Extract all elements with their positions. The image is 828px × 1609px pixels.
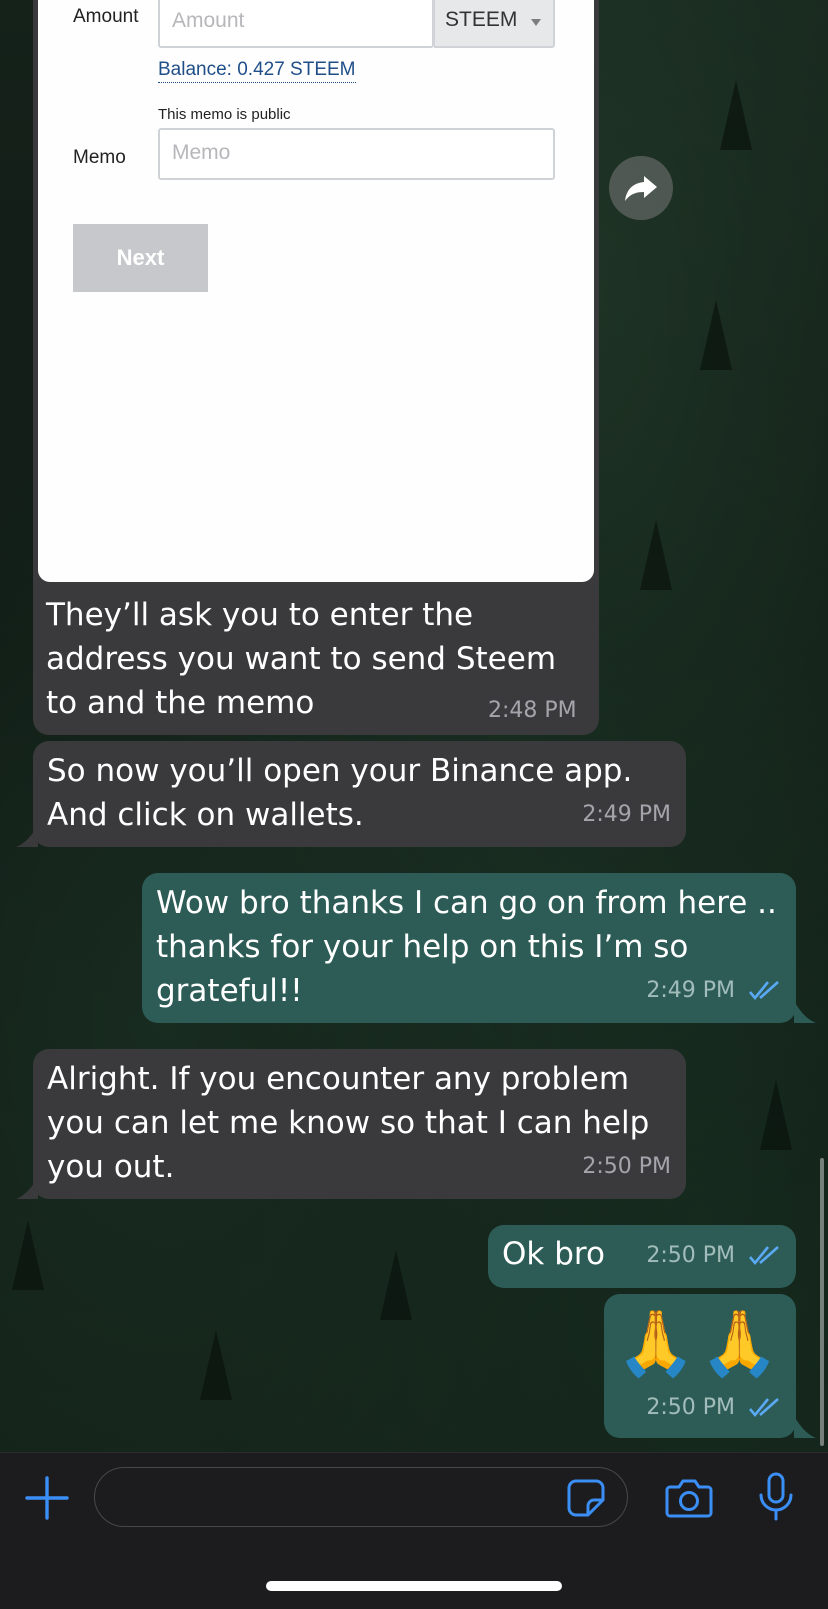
message-timestamp: 2:49 PM	[582, 802, 671, 827]
wallpaper-tree	[200, 1330, 232, 1400]
message-text: So now you’ll open your Binance app. And…	[47, 753, 633, 833]
currency-value: STEEM	[445, 8, 518, 31]
outgoing-message-bubble[interactable]: Ok bro 2:50 PM	[488, 1225, 796, 1288]
wallpaper-tree	[700, 300, 732, 370]
chat-scrollbar[interactable]	[820, 1158, 824, 1446]
balance-link: Balance: 0.427 STEEM	[158, 58, 356, 83]
wallpaper-tree	[12, 1220, 44, 1290]
bubble-tail	[794, 1416, 816, 1438]
plus-icon[interactable]	[25, 1476, 69, 1520]
transfer-form-screenshot[interactable]: Amount Amount STEEM Balance: 0.427 STEEM…	[38, 0, 594, 582]
memo-public-note: This memo is public	[158, 106, 291, 123]
chevron-down-icon	[531, 19, 541, 26]
wallpaper-tree	[720, 80, 752, 150]
forward-button[interactable]	[609, 156, 673, 220]
message-text: Alright. If you encounter any problem yo…	[47, 1061, 650, 1185]
memo-field: Memo	[158, 128, 555, 180]
message-timestamp: 2:48 PM	[488, 698, 577, 723]
amount-field: Amount	[158, 0, 434, 48]
double-check-read-icon	[749, 1246, 779, 1266]
wallpaper-tree	[380, 1250, 412, 1320]
double-check-read-icon	[749, 981, 779, 1001]
bubble-tail	[794, 1001, 816, 1023]
message-timestamp: 2:50 PM	[582, 1154, 671, 1179]
wallpaper-tree	[640, 520, 672, 590]
emoji-message-text: 🙏🙏	[616, 1307, 784, 1381]
memo-label: Memo	[73, 147, 126, 168]
message-status: 2:49 PM	[646, 969, 782, 1013]
outgoing-message-bubble[interactable]: 🙏🙏 2:50 PM	[604, 1294, 796, 1438]
forward-arrow-icon	[625, 176, 657, 201]
image-message-bubble[interactable]: Amount Amount STEEM Balance: 0.427 STEEM…	[33, 0, 599, 735]
message-timestamp: 2:50 PM	[646, 1395, 735, 1420]
message-timestamp: 2:49 PM	[646, 978, 735, 1003]
microphone-icon[interactable]	[756, 1471, 796, 1523]
currency-select: STEEM	[434, 0, 555, 48]
message-status: 2:50 PM	[646, 1386, 782, 1430]
outgoing-message-bubble[interactable]: Wow bro thanks I can go on from here .. …	[142, 873, 796, 1023]
message-timestamp: 2:50 PM	[646, 1243, 735, 1268]
incoming-message-bubble[interactable]: Alright. If you encounter any problem yo…	[33, 1049, 686, 1199]
incoming-message-bubble[interactable]: So now you’ll open your Binance app. And…	[33, 741, 686, 847]
next-button: Next	[73, 224, 208, 292]
double-check-read-icon	[749, 1398, 779, 1418]
bubble-tail	[16, 825, 38, 847]
amount-label: Amount	[73, 6, 139, 27]
message-input[interactable]	[94, 1467, 628, 1527]
camera-icon[interactable]	[664, 1475, 714, 1519]
message-status: 2:50 PM	[646, 1234, 782, 1278]
home-indicator[interactable]	[266, 1581, 562, 1591]
sticker-icon[interactable]	[566, 1478, 606, 1518]
wallpaper-tree	[760, 1080, 792, 1150]
bubble-tail	[16, 1177, 38, 1199]
